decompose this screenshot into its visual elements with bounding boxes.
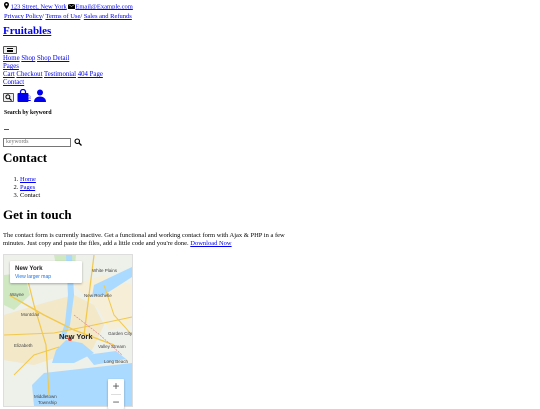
email-link[interactable]: Email@Example.com xyxy=(75,3,132,10)
search-input[interactable] xyxy=(3,137,71,147)
map-label-wayne: Wayne xyxy=(10,292,24,297)
user-icon xyxy=(33,89,46,102)
search-close-button[interactable] xyxy=(4,129,9,131)
search-open-button[interactable] xyxy=(3,93,14,102)
map-place-title: New York xyxy=(15,265,43,272)
cart-link[interactable]: 3 xyxy=(17,89,31,102)
map-label-elizabeth: Elizabeth xyxy=(14,343,33,348)
main-nav: Home Shop Shop Detail Pages Cart Checkou… xyxy=(3,55,103,87)
page-title: Contact xyxy=(3,150,48,165)
map-label-middletown: Middletown xyxy=(34,394,57,399)
nav-testimonial[interactable]: Testimonial xyxy=(44,71,76,78)
hamburger-icon xyxy=(7,49,13,51)
account-link[interactable] xyxy=(33,89,46,102)
breadcrumb: Home Pages Contact xyxy=(8,176,40,200)
map-label-montclair: Montclair xyxy=(21,312,40,317)
policy-row: Privacy Policy/ Terms of Use/ Sales and … xyxy=(4,12,133,21)
map-label-township: Township xyxy=(38,400,57,405)
separator: / xyxy=(42,13,44,20)
nav-pages[interactable]: Pages xyxy=(3,63,19,70)
cart-count-badge: 3 xyxy=(28,95,31,101)
map-info-card: New York View larger map xyxy=(10,261,82,283)
nav-checkout[interactable]: Checkout xyxy=(16,71,42,78)
address-link[interactable]: 123 Street, New York xyxy=(11,3,67,10)
brand-logo-link[interactable]: Fruitables xyxy=(3,25,51,37)
hamburger-icon xyxy=(7,48,13,49)
contact-row: 123 Street, New York Email@Example.com xyxy=(4,2,133,12)
map-label-white-plains: White Plains xyxy=(92,268,118,273)
nav-home[interactable]: Home xyxy=(3,55,20,62)
contact-description-text: The contact form is currently inactive. … xyxy=(3,232,285,247)
section-title: Get in touch xyxy=(3,207,72,222)
search-submit-icon[interactable] xyxy=(74,133,82,151)
topbar: 123 Street, New York Email@Example.com P… xyxy=(4,2,133,21)
search-modal-title: Search by keyword xyxy=(4,110,52,116)
view-larger-map-link[interactable]: View larger map xyxy=(15,274,51,280)
map-label-new-york: New York xyxy=(59,332,93,341)
download-now-link[interactable]: Download Now xyxy=(190,240,231,247)
separator: / xyxy=(80,13,83,20)
contact-description: The contact form is currently inactive. … xyxy=(3,232,303,248)
map-label-long-beach: Long Beach xyxy=(104,359,129,364)
nav-contact[interactable]: Contact xyxy=(3,79,24,86)
breadcrumb-pages[interactable]: Pages xyxy=(20,184,35,191)
search-form xyxy=(3,133,82,151)
breadcrumb-home[interactable]: Home xyxy=(20,176,36,183)
sales-refunds-link[interactable]: Sales and Refunds xyxy=(84,13,132,20)
nav-tools: 3 xyxy=(3,86,46,102)
nav-shop[interactable]: Shop xyxy=(21,55,35,62)
nav-shop-detail[interactable]: Shop Detail xyxy=(37,55,69,62)
breadcrumb-current: Contact xyxy=(20,192,40,200)
nav-cart[interactable]: Cart xyxy=(3,71,15,78)
hamburger-icon xyxy=(7,51,13,53)
zoom-out-button[interactable]: − xyxy=(108,395,124,409)
privacy-policy-link[interactable]: Privacy Policy xyxy=(4,13,42,20)
map-label-garden-city: Garden City xyxy=(108,331,133,336)
map-label-valley-stream: Valley Stream xyxy=(98,344,126,349)
map-label-new-rochelle: New Rochelle xyxy=(84,293,112,298)
search-icon xyxy=(5,94,12,101)
zoom-in-button[interactable]: + xyxy=(108,379,124,394)
terms-of-use-link[interactable]: Terms of Use xyxy=(45,13,80,20)
navbar-toggle-button[interactable] xyxy=(3,46,17,54)
location-pin-icon xyxy=(4,2,9,12)
nav-404-page[interactable]: 404 Page xyxy=(78,71,103,78)
